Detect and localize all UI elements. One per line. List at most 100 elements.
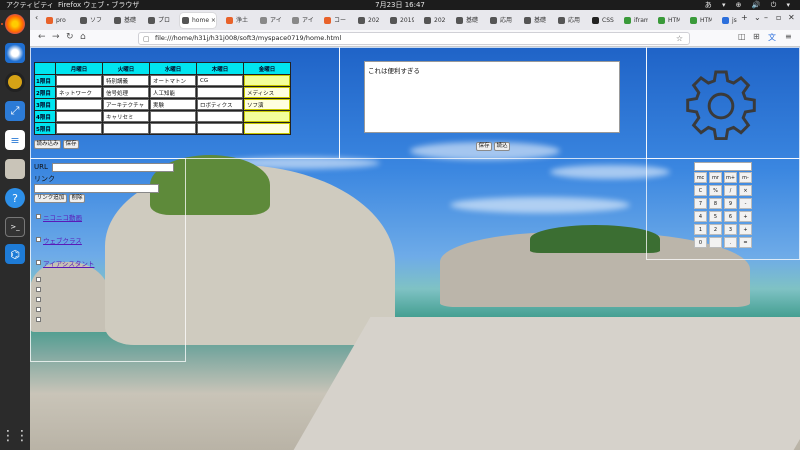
tab[interactable]: pro: [44, 13, 70, 28]
timetable-cell[interactable]: [56, 75, 102, 86]
home-button[interactable]: ⌂: [80, 32, 86, 42]
timetable-cell[interactable]: [150, 123, 196, 134]
empty-link-checkbox[interactable]: [36, 287, 41, 292]
timetable-cell[interactable]: [150, 111, 196, 122]
calculator-key[interactable]: 5: [709, 211, 722, 222]
calculator-key[interactable]: mr: [709, 172, 722, 183]
reload-button[interactable]: ↻: [66, 32, 74, 42]
timetable-save-button[interactable]: 保存: [63, 140, 79, 149]
tab[interactable]: 基礎: [454, 13, 480, 28]
timetable-cell[interactable]: [56, 99, 102, 110]
tab[interactable]: 基礎: [522, 13, 548, 28]
empty-link-checkbox[interactable]: [36, 317, 41, 322]
timetable-cell[interactable]: ネットワーク: [56, 87, 102, 98]
rhythmbox-icon[interactable]: [5, 72, 25, 92]
timetable-cell[interactable]: CG: [197, 75, 243, 86]
timetable-cell[interactable]: [197, 87, 243, 98]
timetable-cell[interactable]: ソフ演: [244, 99, 290, 110]
calculator-key[interactable]: +: [739, 224, 752, 235]
link-checkbox[interactable]: [36, 237, 41, 242]
tab[interactable]: 浄土: [224, 13, 250, 28]
firefox-icon[interactable]: [5, 14, 25, 34]
tab[interactable]: 2019: [388, 13, 414, 28]
calculator-key[interactable]: m+: [724, 172, 737, 183]
tab[interactable]: コー: [322, 13, 348, 28]
writer-icon[interactable]: ≡: [5, 130, 25, 150]
help-icon[interactable]: ?: [5, 188, 25, 208]
timetable-cell[interactable]: アーキテクチャ: [103, 99, 149, 110]
calculator-key[interactable]: m-: [739, 172, 752, 183]
timetable-cell[interactable]: オートマトン: [150, 75, 196, 86]
gear-icon[interactable]: [684, 69, 758, 143]
tab-scroll-left-icon[interactable]: ‹: [35, 13, 38, 22]
timetable-cell[interactable]: [56, 111, 102, 122]
thunderbird-icon[interactable]: [5, 43, 25, 63]
tab[interactable]: HTM: [688, 13, 712, 28]
empty-link-checkbox[interactable]: [36, 277, 41, 282]
add-link-button[interactable]: リンク追加: [34, 194, 67, 203]
url-input[interactable]: [52, 163, 174, 172]
delete-link-button[interactable]: 削除: [69, 194, 85, 203]
tab[interactable]: HTM: [656, 13, 680, 28]
tab[interactable]: 応用: [488, 13, 514, 28]
tab[interactable]: ifram: [622, 13, 648, 28]
timetable-cell[interactable]: ロボティクス: [197, 99, 243, 110]
restore-button[interactable]: ▫: [776, 13, 781, 22]
timetable-cell[interactable]: 信号処理: [103, 87, 149, 98]
tab[interactable]: 202: [422, 13, 446, 28]
clock[interactable]: 7月23日 16:47: [0, 0, 800, 10]
calculator-key[interactable]: [709, 237, 722, 248]
timetable-cell[interactable]: [244, 111, 290, 122]
system-tray[interactable]: あ ▾ ⊕ 🔊 ⏻ ▾: [705, 0, 794, 10]
timetable-cell[interactable]: 人工知能: [150, 87, 196, 98]
timetable-cell[interactable]: 特別講義: [103, 75, 149, 86]
timetable-cell[interactable]: 実験: [150, 99, 196, 110]
saved-link[interactable]: ニコニコ動画: [43, 212, 82, 222]
link-name-input[interactable]: [34, 184, 159, 193]
vscode-icon[interactable]: ⌬: [5, 244, 25, 264]
calculator-key[interactable]: -: [739, 198, 752, 209]
window-close-button[interactable]: ✕: [788, 13, 795, 22]
pocket-icon[interactable]: ◫: [738, 32, 746, 41]
timetable-cell[interactable]: [244, 75, 290, 86]
tab[interactable]: アイア: [258, 13, 282, 28]
timetable-cell[interactable]: [56, 123, 102, 134]
menu-icon[interactable]: ≡: [785, 32, 792, 41]
timetable-load-button[interactable]: 読み込み: [34, 140, 61, 149]
extensions-icon[interactable]: ⊞: [753, 32, 760, 41]
calculator-key[interactable]: mc: [694, 172, 707, 183]
translate-icon[interactable]: 文: [768, 32, 776, 43]
back-button[interactable]: ←: [38, 32, 46, 42]
timetable-cell[interactable]: [197, 123, 243, 134]
tab[interactable]: 基礎: [112, 13, 138, 28]
forward-button[interactable]: →: [52, 32, 60, 42]
memo-textarea[interactable]: これは便利すぎる: [364, 61, 620, 133]
link-checkbox[interactable]: [36, 214, 41, 219]
calculator-key[interactable]: 3: [724, 224, 737, 235]
timetable-cell[interactable]: キャリセミ: [103, 111, 149, 122]
timetable-cell[interactable]: [197, 111, 243, 122]
calculator-key[interactable]: 0: [694, 237, 707, 248]
empty-link-checkbox[interactable]: [36, 297, 41, 302]
tab[interactable]: ソフ: [78, 13, 104, 28]
software-center-icon[interactable]: ⤢: [5, 101, 25, 121]
tab-active[interactable]: home ×: [180, 13, 216, 28]
saved-link[interactable]: ウェブクラス: [43, 235, 82, 245]
timetable-cell[interactable]: [244, 123, 290, 134]
calculator-key[interactable]: 7: [694, 198, 707, 209]
calculator-key[interactable]: 2: [709, 224, 722, 235]
new-tab-button[interactable]: +: [741, 13, 748, 22]
app-grid-icon[interactable]: ⋮⋮: [1, 426, 29, 446]
memo-load-button[interactable]: 読込: [494, 142, 510, 151]
url-bar[interactable]: ▢ file:///home/h31j/h31j008/soft3/myspac…: [138, 32, 690, 45]
timetable-cell[interactable]: [103, 123, 149, 134]
calculator-key[interactable]: 6: [724, 211, 737, 222]
calculator-key[interactable]: ×: [739, 185, 752, 196]
calculator-key[interactable]: .: [724, 237, 737, 248]
link-checkbox[interactable]: [36, 260, 41, 265]
tab[interactable]: 202: [356, 13, 380, 28]
calculator-key[interactable]: 4: [694, 211, 707, 222]
tab[interactable]: CSS: [590, 13, 614, 28]
calculator-key[interactable]: 9: [724, 198, 737, 209]
tab-close-icon[interactable]: ×: [209, 17, 216, 24]
